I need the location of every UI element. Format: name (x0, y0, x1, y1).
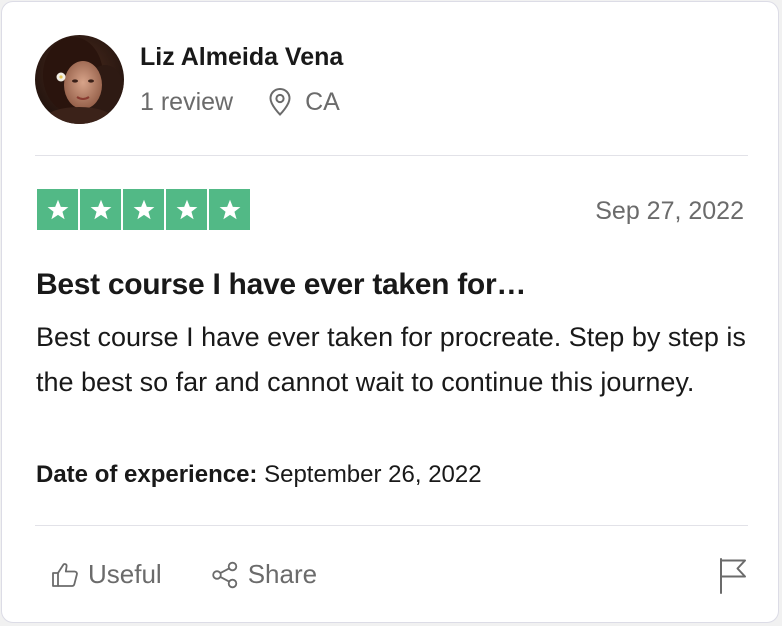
experience-label: Date of experience: (36, 461, 258, 488)
header-divider (35, 155, 748, 156)
footer-divider (35, 525, 748, 526)
thumbs-up-icon (52, 562, 78, 587)
star-icon (123, 189, 164, 230)
star-icon (209, 189, 250, 230)
review-count: 1 review (140, 87, 234, 116)
avatar-photo (35, 35, 124, 124)
share-label: Share (247, 559, 318, 589)
star-icon (80, 189, 121, 230)
star-icon (166, 189, 207, 230)
reviewer-location: CA (305, 87, 340, 116)
share-button[interactable]: Share (210, 559, 317, 590)
share-icon (212, 561, 237, 588)
star-icon (37, 189, 78, 230)
review-date: Sep 27, 2022 (595, 197, 744, 225)
useful-button[interactable]: Useful (50, 559, 162, 590)
star-rating (37, 189, 250, 230)
review-card: Liz Almeida Vena 1 review CA Sep 27, 202… (1, 1, 779, 623)
avatar[interactable] (35, 35, 124, 124)
reviewer-name[interactable]: Liz Almeida Vena (140, 42, 343, 72)
useful-label: Useful (88, 559, 162, 589)
experience-date: September 26, 2022 (264, 461, 482, 488)
date-of-experience: Date of experience: September 26, 2022 (36, 460, 482, 490)
location-pin-icon (269, 87, 291, 116)
review-actions: Useful Share (50, 559, 365, 590)
review-body: Best course I have ever taken for procre… (36, 322, 746, 397)
flag-icon[interactable] (716, 557, 750, 595)
reviewer-meta: 1 review CA (140, 86, 340, 118)
review-title[interactable]: Best course I have ever taken for… (36, 267, 526, 303)
